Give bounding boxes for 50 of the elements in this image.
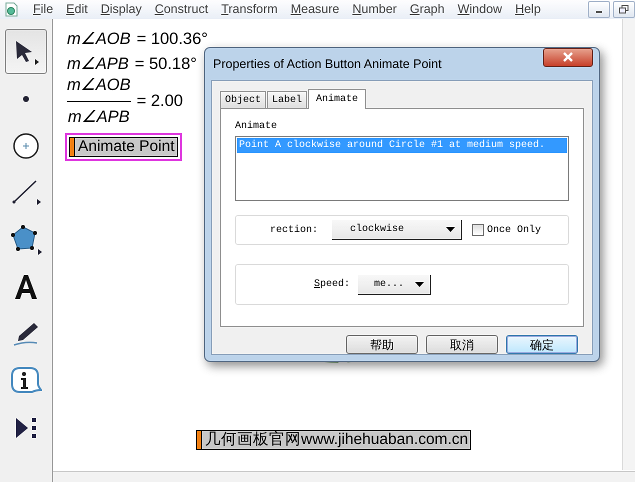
tool-button[interactable] xyxy=(5,29,47,74)
pen-icon xyxy=(12,320,40,346)
restore-icon xyxy=(619,5,629,14)
list-label: Animate xyxy=(235,120,278,134)
menu-item[interactable]: Number xyxy=(345,1,403,18)
field-label: rection: xyxy=(270,224,320,238)
polygon-icon xyxy=(9,224,43,256)
menu-item[interactable]: Construct xyxy=(148,1,214,18)
measurement-value: = 2.00 xyxy=(136,90,183,112)
once-only-checkbox[interactable]: Once Only xyxy=(472,222,542,238)
minimize-icon xyxy=(596,11,602,13)
dialog-button[interactable]: 取消 xyxy=(426,335,498,354)
menu-item[interactable]: File xyxy=(26,1,60,18)
dialog-button[interactable]: 确定 xyxy=(506,335,578,354)
measurement-value: = 50.18° xyxy=(134,54,197,76)
menu-item[interactable]: Measure xyxy=(284,1,346,18)
vertical-scrollbar[interactable] xyxy=(622,19,635,470)
app-icon xyxy=(4,2,18,17)
action-button[interactable]: Animate Point xyxy=(65,133,182,161)
tab[interactable]: Animate xyxy=(308,89,366,109)
direction-dropdown[interactable]: clockwise xyxy=(332,220,462,240)
menu-item[interactable]: Help xyxy=(508,1,547,18)
close-button[interactable] xyxy=(543,48,593,66)
caret-icon xyxy=(415,282,424,286)
fraction-numerator: m∠AOB xyxy=(67,74,131,96)
menu-item[interactable]: Display xyxy=(94,1,148,18)
menu-item[interactable]: Window xyxy=(450,1,508,18)
menu-item[interactable]: Graph xyxy=(402,1,451,18)
speed-dropdown[interactable]: me... xyxy=(358,274,431,294)
close-icon xyxy=(562,52,574,62)
point-icon xyxy=(22,94,30,102)
dialog-button[interactable]: 帮助 xyxy=(346,335,418,354)
menu-item[interactable]: Transform xyxy=(214,1,284,18)
minimize-button[interactable] xyxy=(588,1,610,18)
horizontal-scrollbar[interactable] xyxy=(53,471,635,482)
field-label: Speed: xyxy=(314,278,352,292)
info-icon xyxy=(10,366,42,396)
measurement-value: = 100.36° xyxy=(136,29,208,50)
caret-icon xyxy=(446,227,455,232)
measurement-label: m∠AOB xyxy=(67,29,131,50)
menu-item[interactable]: Edit xyxy=(59,1,94,18)
tab[interactable]: Object xyxy=(220,91,266,108)
measurement-label: m∠APB xyxy=(67,54,129,76)
tab[interactable]: Label xyxy=(267,91,308,108)
fraction-denominator: m∠APB xyxy=(68,106,130,128)
letter-icon xyxy=(12,272,40,300)
line-icon xyxy=(10,178,42,206)
dialog-title: Properties of Action Button Animate Point xyxy=(213,56,442,73)
circle-icon xyxy=(12,132,40,160)
restore-button[interactable] xyxy=(613,1,635,18)
